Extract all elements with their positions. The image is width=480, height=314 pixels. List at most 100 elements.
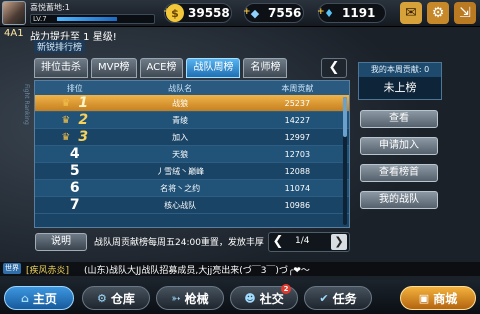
notice-tag: 4A1 bbox=[4, 28, 24, 39]
task-icon: ✔ bbox=[319, 291, 329, 305]
diamond-currency[interactable]: + ♦ 1191 bbox=[317, 3, 386, 23]
team-name: 天狼 bbox=[172, 149, 189, 159]
rank-number: 3 bbox=[78, 129, 89, 145]
nav-shop-button[interactable]: ▣ 商城 bbox=[400, 286, 476, 310]
team-score: 10986 bbox=[284, 200, 311, 210]
level-progress-fill bbox=[57, 17, 117, 21]
team-score: 12703 bbox=[284, 149, 311, 159]
my-rank-status: 未上榜 bbox=[383, 81, 417, 94]
chat-sender[interactable]: [疾风赤炎] bbox=[26, 263, 69, 276]
level-label: LV.7 bbox=[33, 15, 47, 23]
gold-currency[interactable]: + $ 39558 bbox=[163, 3, 232, 23]
player-name: 喜悦蓄地:1 bbox=[30, 3, 70, 12]
exit-icon[interactable]: ⇲ bbox=[454, 2, 476, 24]
table-row[interactable]: 5 丿雪绒丶巅峰 12088 bbox=[35, 163, 349, 180]
gun-icon: ➳ bbox=[171, 291, 181, 305]
nav-home-button[interactable]: ⌂ 主页 bbox=[4, 286, 74, 310]
rank-number: 2 bbox=[78, 112, 89, 128]
bottom-nav: ⌂ 主页 ⚙ 仓库 ➳ 枪械 ☻ 社交 2 ✔ 任务 ▣ 商城 bbox=[0, 280, 480, 314]
chat-line[interactable]: 世界 [疾风赤炎] (山东)战队大JJ战队招募成员,大jj亮出来(づ￣3￣)づ╭… bbox=[0, 262, 480, 276]
crown-icon: ♛ bbox=[61, 114, 71, 126]
warehouse-icon: ⚙ bbox=[97, 291, 107, 305]
nav-label: 仓库 bbox=[110, 291, 135, 306]
plus-icon[interactable]: + bbox=[243, 7, 251, 17]
table-row[interactable]: 4 天狼 12703 bbox=[35, 146, 349, 163]
nav-label: 商城 bbox=[433, 291, 458, 306]
header-rank: 排位 bbox=[66, 83, 83, 93]
home-icon: ⌂ bbox=[21, 291, 29, 305]
gear-icon[interactable]: ⚙ bbox=[427, 2, 449, 24]
team-score: 12997 bbox=[284, 132, 311, 142]
table-row[interactable]: 7 核心战队 10986 bbox=[35, 197, 349, 214]
team-score: 14227 bbox=[284, 115, 311, 125]
ranking-table: 排位 战队名 本周贡献 ♛ 1 战狼 25237 ♛ 2 青绫 14227 ♛ … bbox=[34, 80, 350, 228]
tab-rank-kills[interactable]: 排位击杀 bbox=[34, 58, 88, 78]
rank-number: 1 bbox=[78, 95, 89, 111]
ranking-tabs: 排位击杀 MVP榜 ACE榜 战队周榜 名师榜 bbox=[34, 58, 290, 78]
shop-icon: ▣ bbox=[418, 291, 430, 305]
header-team-name: 战队名 bbox=[168, 83, 193, 93]
diamond-value: 1191 bbox=[342, 6, 376, 20]
rank-number: 7 bbox=[69, 197, 80, 213]
social-icon: ☻ bbox=[244, 291, 256, 305]
team-name: 核心战队 bbox=[164, 200, 197, 210]
table-row[interactable]: ♛ 2 青绫 14227 bbox=[35, 112, 349, 129]
my-contribution-panel: 我的本周贡献: 0 未上榜 bbox=[358, 62, 442, 100]
team-score: 12088 bbox=[284, 166, 311, 176]
notification-badge: 2 bbox=[281, 284, 291, 294]
nav-label: 任务 bbox=[332, 291, 357, 306]
table-row[interactable]: ♛ 1 战狼 25237 bbox=[35, 95, 349, 112]
team-name: 名将丶之约 bbox=[160, 183, 201, 193]
table-scrollbar[interactable] bbox=[343, 97, 347, 225]
header-weekly-contribution: 本周贡献 bbox=[281, 83, 314, 93]
team-score: 11074 bbox=[284, 183, 311, 193]
table-header: 排位 战队名 本周贡献 bbox=[35, 81, 349, 95]
nav-label: 主页 bbox=[32, 291, 57, 306]
avatar[interactable] bbox=[2, 1, 26, 25]
team-name: 战狼 bbox=[172, 98, 189, 108]
top-bar: 喜悦蓄地:1 LV.7 + $ 39558 + ◆ 7556 + ♦ 1191 … bbox=[0, 0, 480, 27]
pager: ❮ 1/4 ❯ bbox=[268, 232, 350, 252]
view-top-button[interactable]: 查看榜首 bbox=[360, 164, 438, 182]
gold-value: 39558 bbox=[188, 6, 230, 20]
nav-warehouse-button[interactable]: ⚙ 仓库 bbox=[82, 286, 150, 310]
table-row[interactable]: ♛ 3 加入 12997 bbox=[35, 129, 349, 146]
view-button[interactable]: 查看 bbox=[360, 110, 438, 128]
rank-number: 4 bbox=[69, 146, 80, 162]
plus-icon[interactable]: + bbox=[163, 7, 171, 17]
panel-title: 新锐排行榜 bbox=[34, 40, 86, 53]
tab-mentor[interactable]: 名师榜 bbox=[243, 58, 288, 78]
team-name: 青绫 bbox=[172, 115, 189, 125]
crystal-value: 7556 bbox=[268, 6, 302, 20]
chat-channel-tag: 世界 bbox=[3, 263, 21, 274]
crown-icon: ♛ bbox=[61, 97, 71, 109]
crystal-currency[interactable]: + ◆ 7556 bbox=[243, 3, 304, 23]
nav-tasks-button[interactable]: ✔ 任务 bbox=[304, 286, 372, 310]
tab-ace[interactable]: ACE榜 bbox=[139, 58, 184, 78]
side-label: Fight Ranking bbox=[23, 84, 30, 125]
rank-number: 5 bbox=[69, 163, 80, 179]
mail-icon[interactable]: ✉ bbox=[400, 2, 422, 24]
tab-mvp[interactable]: MVP榜 bbox=[91, 58, 137, 78]
plus-icon[interactable]: + bbox=[317, 7, 325, 17]
team-score: 25237 bbox=[284, 98, 311, 108]
explain-text: 战队周贡献榜每周五24:00重置，发放丰厚 bbox=[94, 238, 264, 248]
my-team-button[interactable]: 我的战队 bbox=[360, 191, 438, 209]
table-row[interactable]: 6 名将丶之约 11074 bbox=[35, 180, 349, 197]
my-contribution-title: 我的本周贡献: 0 bbox=[359, 63, 441, 77]
tab-team-weekly[interactable]: 战队周榜 bbox=[186, 58, 241, 78]
apply-join-button[interactable]: 申请加入 bbox=[360, 137, 438, 155]
nav-social-button[interactable]: ☻ 社交 2 bbox=[230, 284, 298, 310]
nav-label: 枪械 bbox=[184, 291, 209, 306]
scroll-thumb[interactable] bbox=[343, 97, 347, 137]
pager-next-button[interactable]: ❯ bbox=[331, 234, 347, 250]
rank-number: 6 bbox=[69, 180, 80, 196]
pager-text: 1/4 bbox=[295, 236, 310, 246]
nav-guns-button[interactable]: ➳ 枪械 bbox=[156, 286, 224, 310]
explain-button[interactable]: 说明 bbox=[35, 233, 87, 251]
team-name: 加入 bbox=[172, 132, 189, 142]
tab-prev-arrow[interactable]: ❮ bbox=[321, 58, 347, 78]
crown-icon: ♛ bbox=[61, 131, 71, 143]
chat-message: (山东)战队大JJ战队招募成员,大jj亮出来(づ￣3￣)づ╭❤～ bbox=[84, 266, 310, 276]
pager-prev-button[interactable]: ❮ bbox=[271, 233, 285, 251]
